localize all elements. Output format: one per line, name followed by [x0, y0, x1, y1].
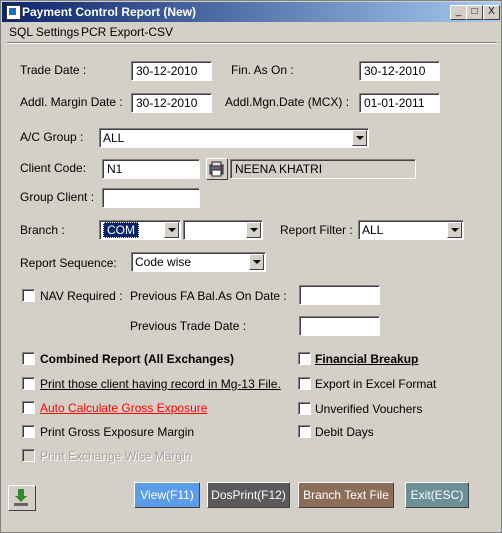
addl-margin-date-input[interactable]: 30-12-2010	[131, 93, 212, 113]
group-client-label: Group Client :	[20, 190, 95, 204]
chevron-down-icon[interactable]	[249, 254, 264, 270]
branch-text-file-button[interactable]: Branch Text File	[298, 482, 394, 508]
client-name-display: NEENA KHATRI	[230, 159, 416, 179]
branch-sub-select[interactable]	[183, 220, 263, 240]
fin-as-on-input[interactable]: 30-12-2010	[359, 61, 440, 81]
auto-calc-gross-checkbox[interactable]	[22, 401, 35, 414]
ac-group-label: A/C Group :	[20, 130, 84, 144]
report-filter-label: Report Filter :	[280, 223, 353, 237]
download-button[interactable]	[8, 485, 36, 511]
client-code-input[interactable]: N1	[102, 159, 200, 179]
print-exch-wise-checkbox	[22, 449, 35, 462]
exit-button[interactable]: Exit(ESC)	[405, 482, 469, 508]
print-mg13-checkbox[interactable]	[22, 377, 35, 390]
fin-as-on-label: Fin. As On :	[231, 63, 294, 77]
window-title: Payment Control Report (New)	[22, 5, 197, 19]
client-code-label: Client Code:	[20, 161, 87, 175]
chevron-down-icon[interactable]	[246, 222, 261, 238]
menu-divider	[7, 42, 497, 44]
report-sequence-select[interactable]: Code wise	[131, 252, 266, 272]
unverified-vouchers-checkbox[interactable]	[298, 402, 311, 415]
export-excel-label: Export in Excel Format	[315, 377, 437, 391]
trade-date-input[interactable]: 30-12-2010	[131, 61, 212, 81]
group-client-input[interactable]	[102, 188, 200, 208]
minimize-button[interactable]: _	[450, 5, 467, 20]
prev-trade-date-input[interactable]	[299, 316, 380, 336]
download-icon	[14, 489, 28, 506]
payment-control-window: Payment Control Report (New) _ □ X SQL S…	[0, 0, 502, 533]
combined-report-checkbox[interactable]	[22, 352, 35, 365]
ac-group-select[interactable]: ALL	[99, 128, 369, 148]
addl-mgn-date-mcx-label: Addl.Mgn.Date (MCX) :	[225, 95, 350, 109]
debit-days-label: Debit Days	[315, 425, 374, 439]
app-icon	[6, 5, 21, 20]
addl-margin-date-label: Addl. Margin Date :	[20, 95, 123, 109]
search-icon	[209, 161, 224, 177]
menu-bar: SQL Settings PCR Export-CSV	[2, 23, 500, 41]
menu-sql-settings[interactable]: SQL Settings	[9, 25, 79, 39]
financial-breakup-checkbox[interactable]	[298, 352, 311, 365]
addl-mgn-date-mcx-input[interactable]: 01-01-2011	[359, 93, 440, 113]
chevron-down-icon[interactable]	[164, 222, 179, 238]
report-filter-value: ALL	[362, 223, 384, 237]
print-gross-margin-label: Print Gross Exposure Margin	[40, 425, 195, 439]
report-sequence-label: Report Sequence:	[20, 256, 117, 270]
dosprint-button[interactable]: DosPrint(F12)	[207, 482, 290, 508]
chevron-down-icon[interactable]	[352, 130, 367, 146]
report-sequence-value: Code wise	[135, 255, 192, 269]
report-filter-select[interactable]: ALL	[358, 220, 464, 240]
branch-select[interactable]: COM	[99, 220, 181, 240]
nav-required-label: NAV Required :	[40, 289, 123, 303]
nav-required-checkbox[interactable]	[22, 289, 35, 302]
financial-breakup-label: Financial Breakup	[315, 352, 419, 366]
close-button[interactable]: X	[483, 5, 500, 20]
prev-trade-date-label: Previous Trade Date :	[130, 319, 247, 333]
client-lookup-button[interactable]	[206, 158, 228, 180]
view-button[interactable]: View(F11)	[134, 482, 200, 508]
menu-pcr-export-csv[interactable]: PCR Export-CSV	[81, 25, 173, 39]
auto-calc-gross-label: Auto Calculate Gross Exposure	[40, 401, 208, 415]
chevron-down-icon[interactable]	[447, 222, 462, 238]
debit-days-checkbox[interactable]	[298, 425, 311, 438]
print-mg13-label: Print those client having record in Mg-1…	[40, 377, 281, 391]
prev-fa-bal-input[interactable]	[299, 285, 380, 305]
ac-group-value: ALL	[103, 131, 125, 145]
maximize-button[interactable]: □	[466, 5, 483, 20]
branch-label: Branch :	[20, 223, 65, 237]
title-bar[interactable]: Payment Control Report (New) _ □ X	[2, 2, 500, 22]
combined-report-label: Combined Report (All Exchanges)	[40, 352, 235, 366]
print-exch-wise-label: Print Exchange Wise Margin	[40, 449, 192, 463]
branch-value: COM	[103, 222, 139, 238]
export-excel-checkbox[interactable]	[298, 377, 311, 390]
print-gross-margin-checkbox[interactable]	[22, 425, 35, 438]
trade-date-label: Trade Date :	[20, 63, 87, 77]
prev-fa-bal-label: Previous FA Bal.As On Date :	[130, 289, 287, 303]
unverified-vouchers-label: Unverified Vouchers	[315, 402, 423, 416]
